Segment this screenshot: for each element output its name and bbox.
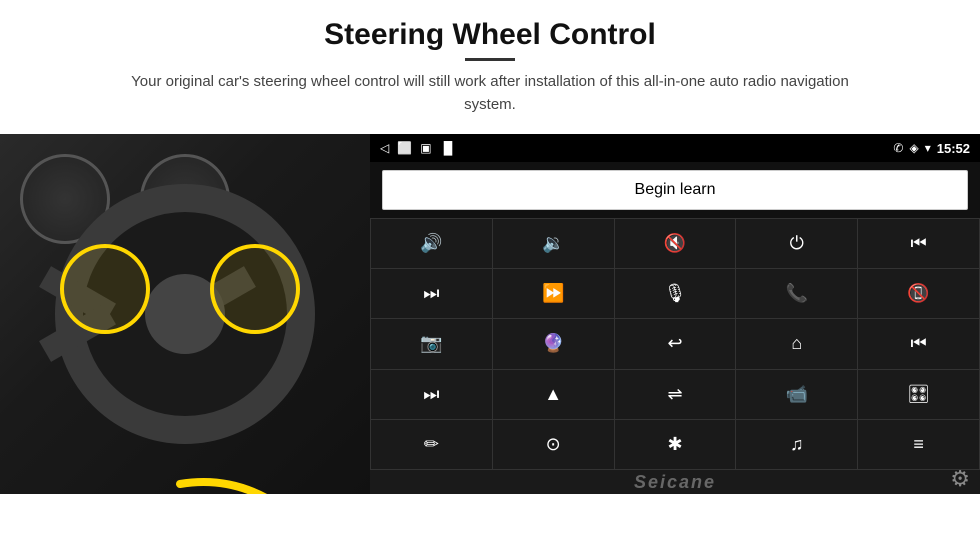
hangup-icon[interactable]: 📵 <box>858 269 979 318</box>
title-divider <box>465 58 515 61</box>
steering-wheel-image <box>0 134 370 494</box>
wifi-status-icon: ▾ <box>925 141 931 155</box>
content-row: ◁ ⬜ ▣ ▐▌ ✆ ◈ ▾ 15:52 Begin learn 🔊🔉🔇⏻⏮⏭⏩… <box>0 134 980 494</box>
360-icon[interactable]: 🔮 <box>493 319 614 368</box>
highlight-left <box>60 244 150 334</box>
recent-icon[interactable]: ▣ <box>420 141 431 155</box>
vol-down-icon[interactable]: 🔉 <box>493 219 614 268</box>
shuffle-icon[interactable]: ⏩ <box>493 269 614 318</box>
phone-status-icon: ✆ <box>893 141 903 155</box>
begin-learn-row: Begin learn <box>370 162 980 218</box>
begin-learn-button[interactable]: Begin learn <box>382 170 968 210</box>
music-icon[interactable]: ♫ <box>736 420 857 469</box>
power-icon[interactable]: ⏻ <box>736 219 857 268</box>
home-icon[interactable]: ⬜ <box>397 141 412 155</box>
controls-grid: 🔊🔉🔇⏻⏮⏭⏩🎙📞📵📷🔮↩⌂⏮⏭▲⇌📹🎛✏⊙✱♫≡ <box>370 218 980 470</box>
prev2-icon[interactable]: ⏮ <box>858 319 979 368</box>
mic-icon[interactable]: 🎙 <box>615 269 736 318</box>
page-title: Steering Wheel Control <box>60 18 920 52</box>
status-right: ✆ ◈ ▾ 15:52 <box>893 141 970 156</box>
watermark-bar: Seicane ⚙ <box>370 470 980 494</box>
eq-icon[interactable]: 🎛 <box>858 370 979 419</box>
mute-icon[interactable]: 🔇 <box>615 219 736 268</box>
prev-call-icon[interactable]: ⏮ <box>858 219 979 268</box>
back-icon[interactable]: ↩ <box>615 319 736 368</box>
header-section: Steering Wheel Control Your original car… <box>0 0 980 126</box>
nav-icon[interactable]: ▲ <box>493 370 614 419</box>
home-icon[interactable]: ⌂ <box>736 319 857 368</box>
skip-icon[interactable]: ⏭ <box>371 370 492 419</box>
gear-icon[interactable]: ⚙ <box>950 466 970 492</box>
bt-icon[interactable]: ✱ <box>615 420 736 469</box>
swap-icon[interactable]: ⇌ <box>615 370 736 419</box>
status-time: 15:52 <box>937 141 970 156</box>
camera-icon[interactable]: 📷 <box>371 319 492 368</box>
back-icon[interactable]: ◁ <box>380 141 389 155</box>
vol-up-icon[interactable]: 🔊 <box>371 219 492 268</box>
android-screen: ◁ ⬜ ▣ ▐▌ ✆ ◈ ▾ 15:52 Begin learn 🔊🔉🔇⏻⏮⏭⏩… <box>370 134 980 494</box>
recorder-icon[interactable]: 📹 <box>736 370 857 419</box>
status-left: ◁ ⬜ ▣ ▐▌ <box>380 141 457 155</box>
signal-icon: ▐▌ <box>440 141 457 155</box>
watermark-text: Seicane <box>634 472 716 493</box>
subtitle-text: Your original car's steering wheel contr… <box>110 71 870 116</box>
bars-icon[interactable]: ≡ <box>858 420 979 469</box>
page-wrapper: Steering Wheel Control Your original car… <box>0 0 980 544</box>
status-bar: ◁ ⬜ ▣ ▐▌ ✆ ◈ ▾ 15:52 <box>370 134 980 162</box>
circle-icon[interactable]: ⊙ <box>493 420 614 469</box>
location-status-icon: ◈ <box>909 141 918 155</box>
next-icon[interactable]: ⏭ <box>371 269 492 318</box>
highlight-right <box>210 244 300 334</box>
phone-icon[interactable]: 📞 <box>736 269 857 318</box>
pen-icon[interactable]: ✏ <box>371 420 492 469</box>
